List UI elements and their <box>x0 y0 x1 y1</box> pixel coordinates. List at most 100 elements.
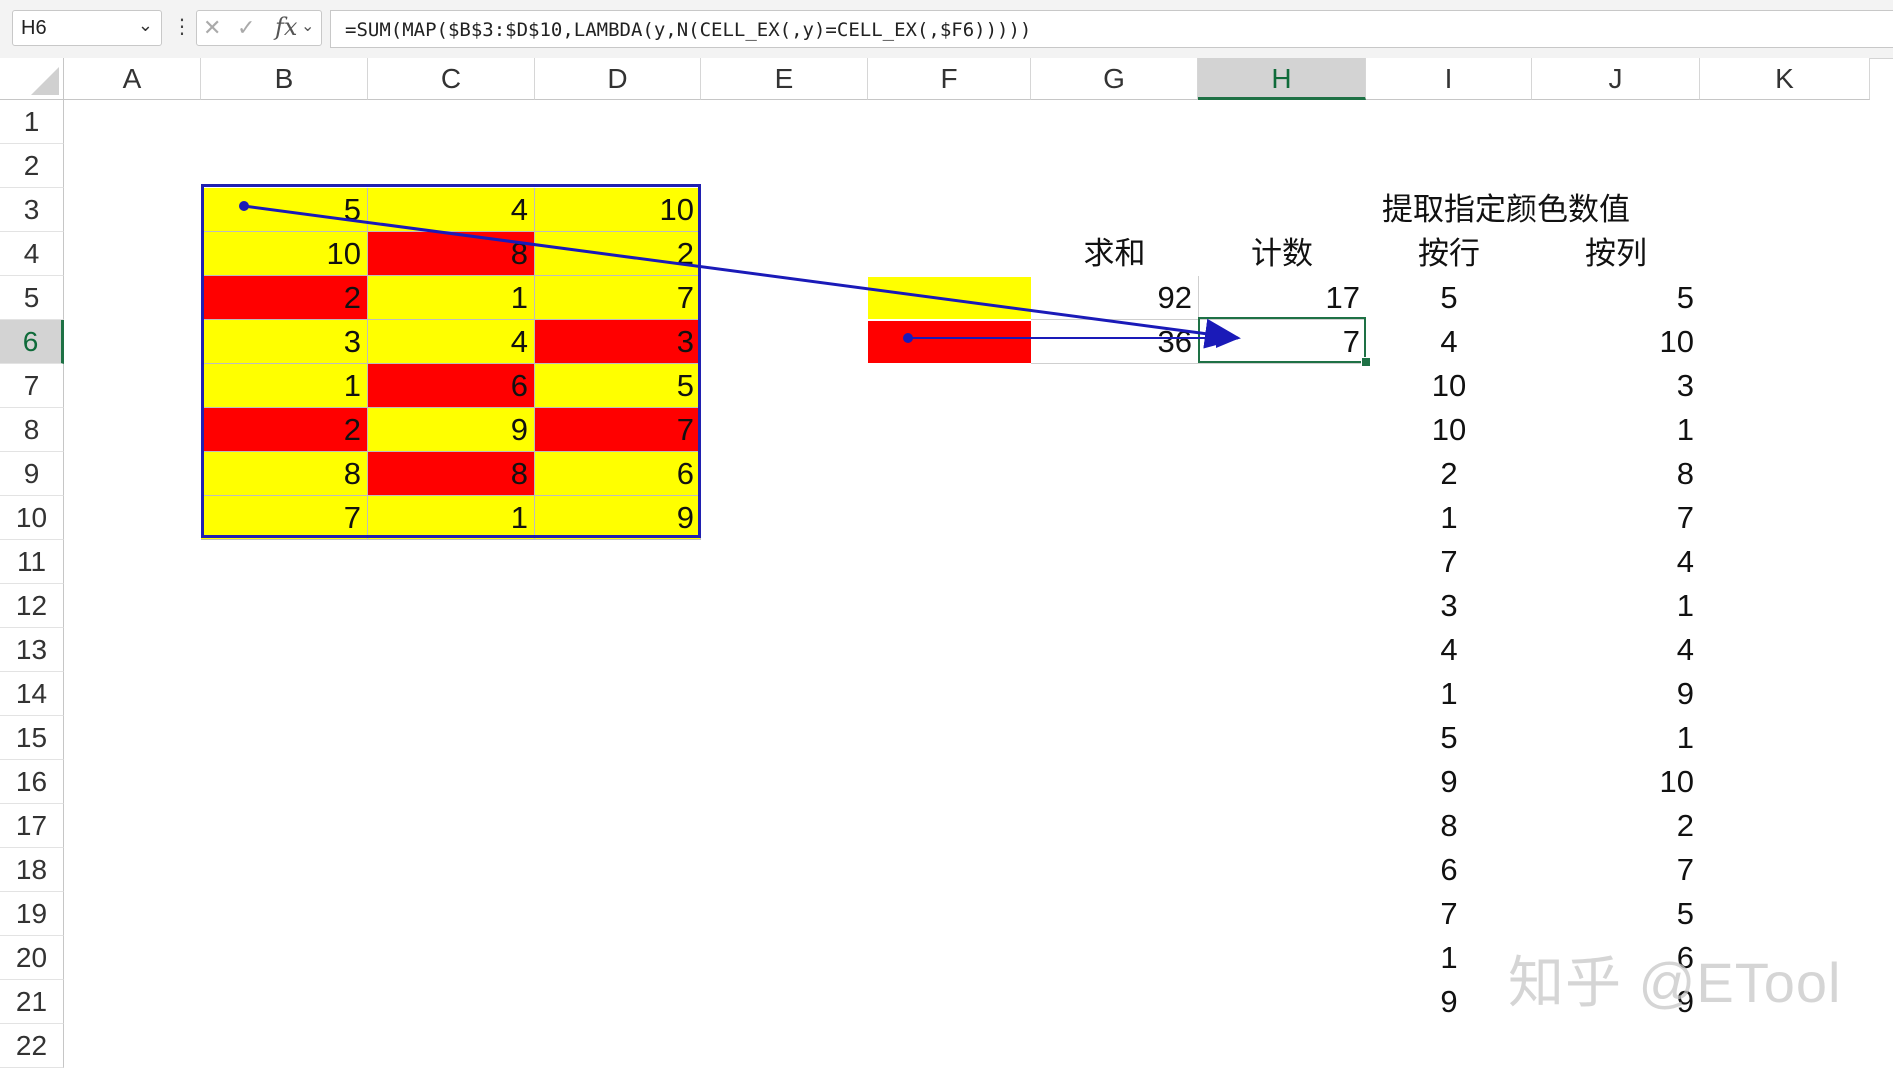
column-header-g[interactable]: G <box>1031 58 1198 100</box>
row-header-19[interactable]: 19 <box>0 892 64 936</box>
by-col-value[interactable]: 1 <box>1532 584 1700 628</box>
data-cell[interactable]: 5 <box>201 188 368 232</box>
column-header-e[interactable]: E <box>701 58 868 100</box>
data-cell[interactable]: 6 <box>535 452 701 496</box>
by-row-value[interactable]: 5 <box>1366 716 1532 760</box>
by-row-value[interactable]: 2 <box>1366 452 1532 496</box>
data-cell[interactable]: 2 <box>535 232 701 276</box>
by-row-value[interactable]: 8 <box>1366 804 1532 848</box>
column-header-f[interactable]: F <box>868 58 1031 100</box>
by-col-value[interactable]: 1 <box>1532 408 1700 452</box>
data-cell[interactable]: 4 <box>368 320 535 364</box>
row-header-1[interactable]: 1 <box>0 100 64 144</box>
insert-function-icon[interactable]: fx <box>275 13 297 41</box>
row-header-11[interactable]: 11 <box>0 540 64 584</box>
data-cell[interactable]: 2 <box>201 408 368 452</box>
sum-value[interactable]: 36 <box>1031 320 1198 364</box>
data-cell[interactable]: 9 <box>535 496 701 540</box>
by-row-value[interactable]: 3 <box>1366 584 1532 628</box>
row-header-21[interactable]: 21 <box>0 980 64 1024</box>
row-header-12[interactable]: 12 <box>0 584 64 628</box>
row-header-14[interactable]: 14 <box>0 672 64 716</box>
count-value[interactable]: 7 <box>1198 320 1366 364</box>
data-cell[interactable]: 7 <box>201 496 368 540</box>
data-cell[interactable]: 8 <box>201 452 368 496</box>
by-col-value[interactable]: 4 <box>1532 540 1700 584</box>
enter-icon[interactable]: ✓ <box>237 15 255 41</box>
data-cell[interactable]: 4 <box>368 188 535 232</box>
data-cell[interactable]: 8 <box>368 452 535 496</box>
by-col-value[interactable]: 4 <box>1532 628 1700 672</box>
color-swatch-cell[interactable] <box>868 277 1031 319</box>
row-header-8[interactable]: 8 <box>0 408 64 452</box>
column-header-i[interactable]: I <box>1366 58 1532 100</box>
by-col-value[interactable]: 1 <box>1532 716 1700 760</box>
more-options-icon[interactable]: ⋮ <box>172 13 192 41</box>
column-header-a[interactable]: A <box>64 58 201 100</box>
column-header-d[interactable]: D <box>535 58 701 100</box>
column-header-c[interactable]: C <box>368 58 535 100</box>
color-swatch-cell[interactable] <box>868 321 1031 363</box>
row-header-16[interactable]: 16 <box>0 760 64 804</box>
row-header-18[interactable]: 18 <box>0 848 64 892</box>
by-col-value[interactable]: 8 <box>1532 452 1700 496</box>
row-header-5[interactable]: 5 <box>0 276 64 320</box>
formula-input[interactable]: =SUM(MAP($B$3:$D$10,LAMBDA(y,N(CELL_EX(,… <box>330 10 1893 48</box>
by-col-value[interactable]: 2 <box>1532 804 1700 848</box>
data-cell[interactable]: 7 <box>535 276 701 320</box>
row-header-9[interactable]: 9 <box>0 452 64 496</box>
data-cell[interactable]: 10 <box>535 188 701 232</box>
by-col-value[interactable]: 7 <box>1532 496 1700 540</box>
by-row-value[interactable]: 1 <box>1366 672 1532 716</box>
by-row-value[interactable]: 9 <box>1366 760 1532 804</box>
worksheet-grid[interactable]: ABCDEFGHIJK 1 2 3 4 5 6 7 8 9 10 11 12 13 14 15 16 17 18 1… <box>0 58 1893 1068</box>
data-cell[interactable]: 5 <box>535 364 701 408</box>
by-row-value[interactable]: 7 <box>1366 892 1532 936</box>
column-header-j[interactable]: J <box>1532 58 1700 100</box>
by-row-value[interactable]: 4 <box>1366 628 1532 672</box>
row-header-20[interactable]: 20 <box>0 936 64 980</box>
row-header-22[interactable]: 22 <box>0 1024 64 1068</box>
data-cell[interactable]: 6 <box>368 364 535 408</box>
data-cell[interactable]: 2 <box>201 276 368 320</box>
by-row-value[interactable]: 5 <box>1366 276 1532 320</box>
row-header-13[interactable]: 13 <box>0 628 64 672</box>
by-col-value[interactable]: 5 <box>1532 276 1700 320</box>
count-value[interactable]: 17 <box>1198 276 1366 320</box>
row-header-17[interactable]: 17 <box>0 804 64 848</box>
row-header-7[interactable]: 7 <box>0 364 64 408</box>
data-cell[interactable]: 8 <box>368 232 535 276</box>
row-header-6[interactable]: 6 <box>0 320 64 364</box>
by-col-value[interactable]: 10 <box>1532 320 1700 364</box>
data-cell[interactable]: 3 <box>535 320 701 364</box>
by-col-value[interactable]: 3 <box>1532 364 1700 408</box>
data-cell[interactable]: 3 <box>201 320 368 364</box>
by-col-value[interactable]: 5 <box>1532 892 1700 936</box>
data-cell[interactable]: 10 <box>201 232 368 276</box>
column-header-k[interactable]: K <box>1700 58 1870 100</box>
row-header-2[interactable]: 2 <box>0 144 64 188</box>
data-cell[interactable]: 1 <box>368 276 535 320</box>
column-header-b[interactable]: B <box>201 58 368 100</box>
by-col-value[interactable]: 10 <box>1532 760 1700 804</box>
data-cell[interactable]: 1 <box>368 496 535 540</box>
chevron-down-icon[interactable]: ⌄ <box>138 15 153 36</box>
fill-handle[interactable] <box>1361 357 1371 367</box>
select-all-button[interactable] <box>0 58 64 100</box>
data-cell[interactable]: 1 <box>201 364 368 408</box>
chevron-down-icon[interactable]: ⌄ <box>301 16 314 36</box>
name-box[interactable]: H6 ⌄ <box>12 10 162 46</box>
by-row-value[interactable]: 1 <box>1366 496 1532 540</box>
by-col-value[interactable]: 7 <box>1532 848 1700 892</box>
column-header-h[interactable]: H <box>1198 58 1366 100</box>
row-header-3[interactable]: 3 <box>0 188 64 232</box>
by-col-value[interactable]: 9 <box>1532 672 1700 716</box>
row-header-4[interactable]: 4 <box>0 232 64 276</box>
by-row-value[interactable]: 10 <box>1366 364 1532 408</box>
by-row-value[interactable]: 6 <box>1366 848 1532 892</box>
row-header-10[interactable]: 10 <box>0 496 64 540</box>
cancel-icon[interactable]: ✕ <box>203 15 221 41</box>
data-cell[interactable]: 9 <box>368 408 535 452</box>
by-row-value[interactable]: 10 <box>1366 408 1532 452</box>
by-row-value[interactable]: 7 <box>1366 540 1532 584</box>
